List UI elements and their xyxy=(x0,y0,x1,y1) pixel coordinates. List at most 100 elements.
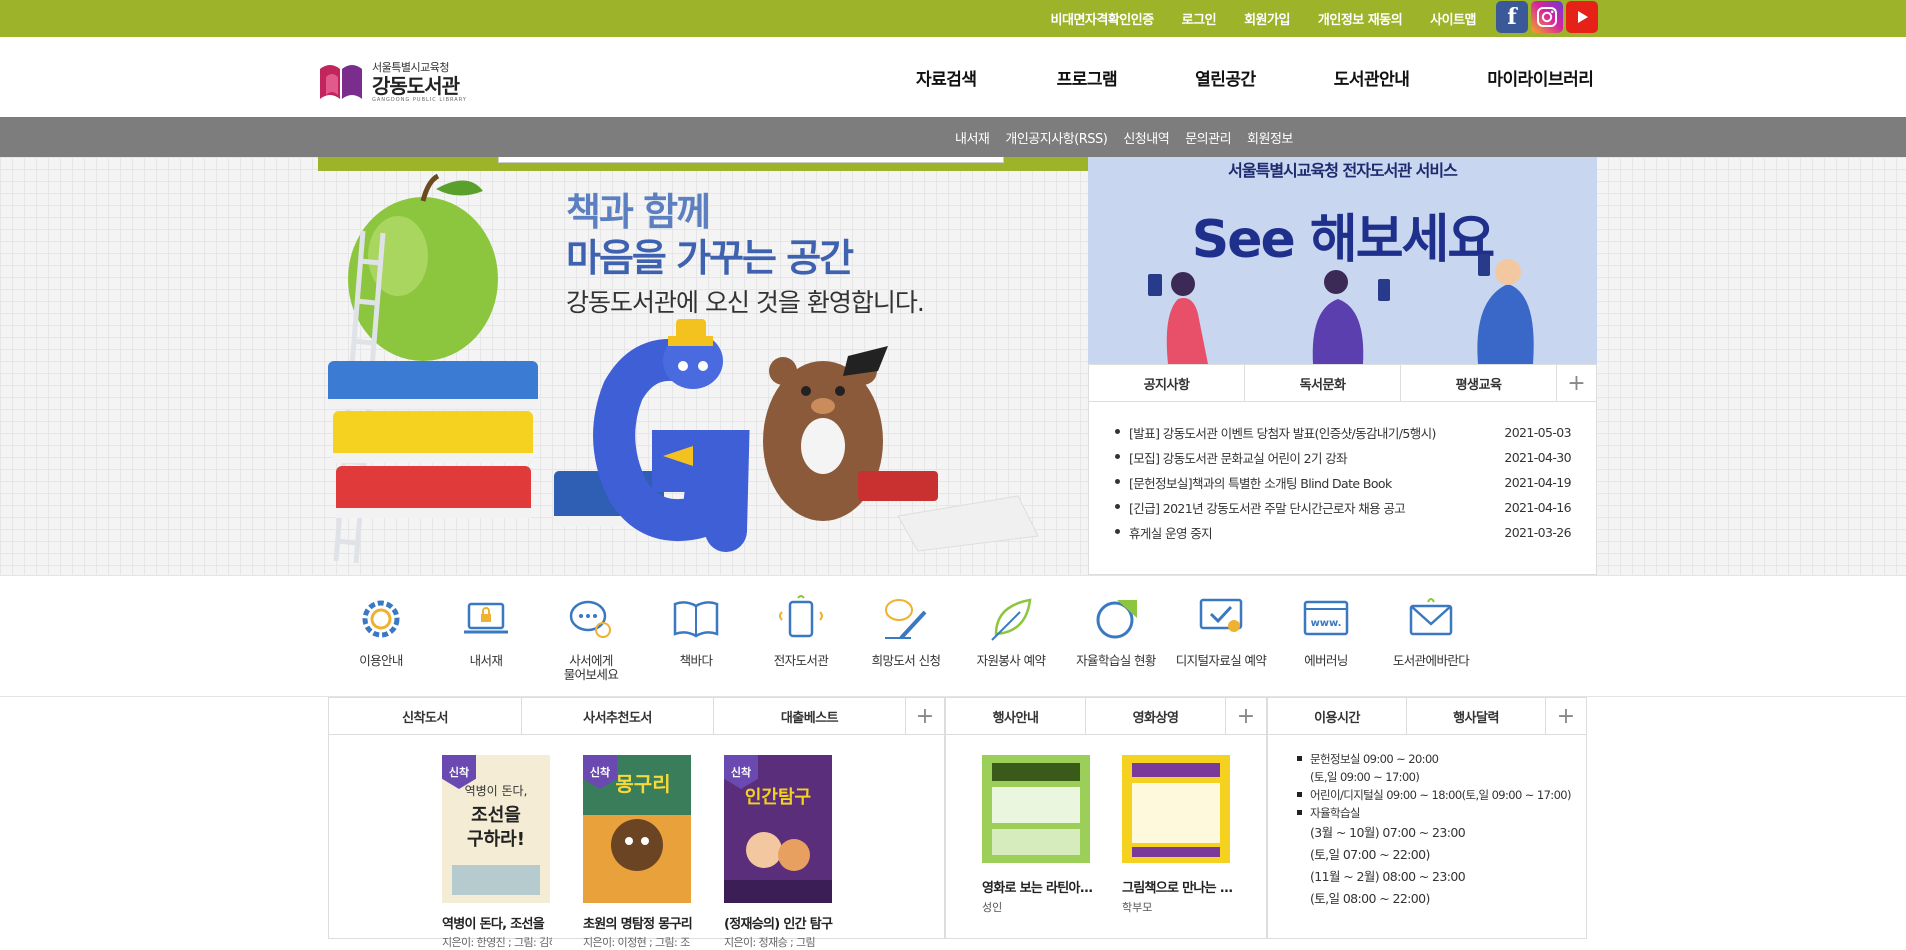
tab-opening-hours[interactable]: 이용시간 xyxy=(1268,698,1407,734)
tab-notice[interactable]: 공지사항 xyxy=(1089,365,1245,401)
monitor-check-icon xyxy=(1199,598,1243,632)
quick-hope-book[interactable]: 희망도서 신청 xyxy=(851,594,961,668)
link-login[interactable]: 로그인 xyxy=(1182,9,1217,28)
list-item[interactable]: [발표] 강동도서관 이벤트 당첨자 발표(인증샷/동감내기/5행시) 2021-… xyxy=(1115,420,1572,445)
book-card[interactable]: 인간탐구 신착 (정재승의) 인간 탐구 지은이: 정재승 ; 그림 xyxy=(724,755,844,950)
svg-text:www.: www. xyxy=(1311,618,1342,629)
facebook-icon[interactable]: f xyxy=(1496,1,1528,33)
tablet-icon xyxy=(779,595,823,638)
quick-book-sea[interactable]: 책바다 xyxy=(641,594,751,668)
instagram-icon[interactable] xyxy=(1531,1,1563,33)
tab-recommended-books[interactable]: 사서추천도서 xyxy=(522,698,714,734)
svg-text:조선을: 조선을 xyxy=(471,805,521,826)
svg-text:인간탐구: 인간탐구 xyxy=(745,787,811,808)
main-visual: 책과 함께 마음을 가꾸는 공간 강동도서관에 오신 것을 환영합니다. xyxy=(0,157,1906,575)
svg-text:몽구리: 몽구리 xyxy=(615,772,670,796)
notice-more-icon[interactable]: + xyxy=(1557,365,1596,401)
quick-usage-guide[interactable]: 이용안내 xyxy=(326,594,436,668)
list-item[interactable]: 휴게실 운영 중지 2021-03-26 xyxy=(1115,520,1572,545)
event-card[interactable]: 영화로 보는 라틴아... 성인 xyxy=(982,755,1102,915)
quick-suggestions[interactable]: 도서관에바란다 xyxy=(1376,594,1486,668)
main-nav: 자료검색 프로그램 열린공간 도서관안내 마이라이브러리 xyxy=(916,37,1594,117)
banner-illustration xyxy=(1148,254,1534,364)
speech-pencil-icon xyxy=(885,599,927,640)
link-privacy-reconsent[interactable]: 개인정보 재동의 xyxy=(1318,9,1403,28)
leaf-icon xyxy=(991,598,1032,641)
nav-program[interactable]: 프로그램 xyxy=(1057,65,1118,90)
link-my-shelf[interactable]: 내서재 xyxy=(955,128,990,147)
notice-panel: 공지사항 독서문화 평생교육 + [발표] 강동도서관 이벤트 당첨자 발표(인… xyxy=(1088,364,1597,575)
event-poster xyxy=(1122,755,1230,863)
tab-reading-culture[interactable]: 독서문화 xyxy=(1245,365,1401,401)
event-card[interactable]: 그림책으로 만나는 ... 학부모 xyxy=(1122,755,1242,915)
event-poster xyxy=(982,755,1090,863)
member-subbar: 내서재 개인공지사항(RSS) 신청내역 문의관리 회원정보 xyxy=(0,117,1906,157)
nav-search[interactable]: 자료검색 xyxy=(916,65,977,90)
list-item[interactable]: [긴급] 2021년 강동도서관 주말 단시간근로자 채용 공고 2021-04-… xyxy=(1115,495,1572,520)
youtube-icon[interactable] xyxy=(1566,1,1598,33)
book-cover: 역병이 돈다, 조선을 구하라! 신착 xyxy=(442,755,550,903)
quick-ever-learning[interactable]: www. 에버러닝 xyxy=(1271,594,1381,668)
laptop-lock-icon xyxy=(464,602,508,634)
books-more-icon[interactable]: + xyxy=(906,698,944,734)
hours-panel: 이용시간 행사달력 + 문헌정보실 09:00 ~ 20:00 (토,일 09:… xyxy=(1267,697,1587,939)
sns-links: f xyxy=(1496,1,1598,33)
e-library-banner[interactable]: 서울특별시교육청 전자도서관 서비스 See 해보세요 xyxy=(1088,157,1597,364)
tab-event-calendar[interactable]: 행사달력 xyxy=(1407,698,1546,734)
events-panel: 행사안내 영화상영 + 영화로 보는 라틴아... 성인 그림책으로 만나는 .… xyxy=(945,697,1267,939)
www-browser-icon: www. xyxy=(1303,600,1349,636)
slogan-line-3: 강동도서관에 오신 것을 환영합니다. xyxy=(566,288,925,317)
list-item[interactable]: [문헌정보실]책과의 특별한 소개팅 Blind Date Book 2021-0… xyxy=(1115,470,1572,495)
list-item[interactable]: [모집] 강동도서관 문화교실 어린이 2기 강좌 2021-04-30 xyxy=(1115,445,1572,470)
link-signup[interactable]: 회원가입 xyxy=(1244,9,1290,28)
book-cover: 인간탐구 신착 xyxy=(724,755,832,903)
book-card[interactable]: 역병이 돈다, 조선을 구하라! 신착 역병이 돈다, 조선을 지은이: 한영진 ;… xyxy=(442,755,562,950)
search-input[interactable] xyxy=(498,157,1004,163)
quick-digital-reservation[interactable]: 디지털자료실 예약 xyxy=(1166,594,1276,668)
chat-question-icon xyxy=(569,600,611,638)
quick-volunteer[interactable]: 자원봉사 예약 xyxy=(956,594,1066,668)
quick-ask-librarian[interactable]: 사서에게 물어보세요 xyxy=(536,594,646,682)
svg-text:구하라!: 구하라! xyxy=(467,829,525,850)
quick-my-shelf[interactable]: 내서재 xyxy=(431,594,541,668)
logo-english: GANGDONG PUBLIC LIBRARY xyxy=(372,97,467,103)
link-identity-verify[interactable]: 비대면자격확인인증 xyxy=(1051,9,1155,28)
tab-new-books[interactable]: 신착도서 xyxy=(329,698,522,734)
quick-menu: 이용안내 내서재 사서에게 물어보세요 책바다 전자도서관 희망도서 신청 자원… xyxy=(0,575,1906,697)
hours-list: 문헌정보실 09:00 ~ 20:00 (토,일 09:00 ~ 17:00) … xyxy=(1296,750,1572,910)
svg-text:역병이 돈다,: 역병이 돈다, xyxy=(465,784,528,798)
quick-e-library[interactable]: 전자도서관 xyxy=(746,594,856,668)
tab-events[interactable]: 행사안내 xyxy=(946,698,1086,734)
hours-more-icon[interactable]: + xyxy=(1546,698,1586,734)
nav-open-space[interactable]: 열린공간 xyxy=(1195,65,1256,90)
link-inquiries[interactable]: 문의관리 xyxy=(1185,128,1231,147)
site-logo[interactable]: 서울특별시교육청 강동도서관 GANGDONG PUBLIC LIBRARY xyxy=(318,59,467,103)
tab-lifelong-education[interactable]: 평생교육 xyxy=(1401,365,1557,401)
slogan-line-1: 책과 함께 xyxy=(566,190,711,234)
pie-chart-icon xyxy=(1096,600,1137,639)
library-logo-icon xyxy=(318,59,366,103)
link-sitemap[interactable]: 사이트맵 xyxy=(1430,9,1476,28)
books-panel: 신착도서 사서추천도서 대출베스트 + 역병이 돈다, 조선을 구하라! 신착 역병… xyxy=(328,697,945,949)
tab-best-loans[interactable]: 대출베스트 xyxy=(714,698,906,734)
envelope-icon xyxy=(1409,598,1453,636)
notice-list: [발표] 강동도서관 이벤트 당첨자 발표(인증샷/동감내기/5행시) 2021-… xyxy=(1089,402,1596,545)
tab-movies[interactable]: 영화상영 xyxy=(1086,698,1226,734)
link-member-info[interactable]: 회원정보 xyxy=(1247,128,1293,147)
open-book-icon xyxy=(673,601,719,638)
banner-subtitle: 서울특별시교육청 전자도서관 서비스 xyxy=(1228,161,1458,180)
book-card[interactable]: 몽구리 신착 초원의 명탐정 몽구리 지은이: 이정현 ; 그림: 조 xyxy=(583,755,703,950)
events-more-icon[interactable]: + xyxy=(1226,698,1266,734)
gear-icon xyxy=(362,600,400,638)
link-applications[interactable]: 신청내역 xyxy=(1123,128,1169,147)
nav-library-info[interactable]: 도서관안내 xyxy=(1334,65,1410,90)
logo-subtitle: 서울특별시교육청 xyxy=(372,61,449,74)
welcome-slogan: 책과 함께 마음을 가꾸는 공간 강동도서관에 오신 것을 환영합니다. xyxy=(566,189,925,319)
nav-my-library[interactable]: 마이라이브러리 xyxy=(1487,65,1593,90)
site-header: 서울특별시교육청 강동도서관 GANGDONG PUBLIC LIBRARY 자… xyxy=(0,37,1906,117)
slogan-line-2: 마음을 가꾸는 공간 xyxy=(566,236,854,280)
link-rss[interactable]: 개인공지사항(RSS) xyxy=(1005,128,1107,147)
utility-links: 비대면자격확인인증 로그인 회원가입 개인정보 재동의 사이트맵 xyxy=(1023,0,1477,37)
quick-study-room[interactable]: 자율학습실 현황 xyxy=(1061,594,1171,668)
top-utility-bar: 비대면자격확인인증 로그인 회원가입 개인정보 재동의 사이트맵 f xyxy=(0,0,1906,37)
